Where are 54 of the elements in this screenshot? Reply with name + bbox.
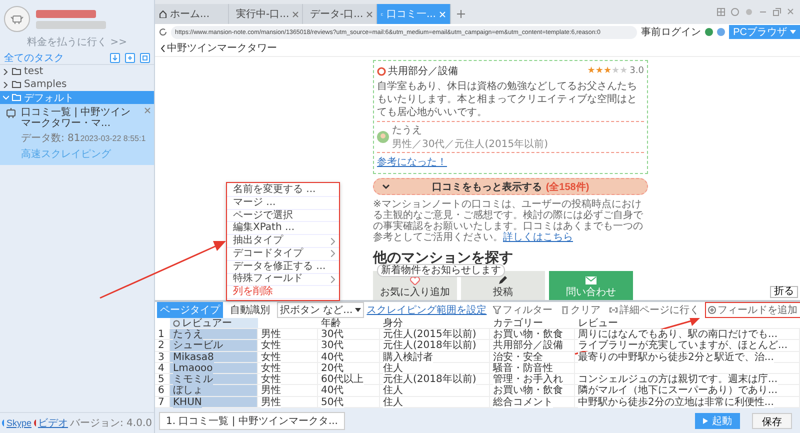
row-number: 4 bbox=[155, 362, 170, 374]
row-number: 1 bbox=[155, 329, 170, 340]
table-cell: 男性 bbox=[258, 329, 318, 340]
table-cell: KHUN bbox=[170, 396, 258, 408]
star-icon: ★ bbox=[620, 66, 628, 76]
row-number: 6 bbox=[155, 385, 170, 397]
row-number: 7 bbox=[155, 396, 170, 408]
table-cell: ミモミル bbox=[170, 374, 258, 386]
star-icon: ★ bbox=[595, 66, 604, 76]
table-cell: 男性 bbox=[258, 385, 318, 397]
disclaimer-text: ※マンションノートの口コミは、ユーザーの投稿時点における主観的なご意見・ご感想です。検討の際には必ずご自身での事実確認をお願いいたします。口コミはあくまでも一つの参考としてご活用ください。詳しくはこちら bbox=[373, 199, 644, 243]
star-icon: ★ bbox=[612, 66, 620, 76]
task-title: 口コミ一覧 | 中野ツインマークタワー・マ... bbox=[21, 107, 132, 129]
row-number: 5 bbox=[155, 374, 170, 386]
scrape-mode: 高速スクレイピング bbox=[21, 148, 112, 161]
table-cell: 住人 bbox=[380, 385, 490, 397]
star-icon: ★ bbox=[587, 66, 596, 76]
task-date: 2023-03-22 8:55:1 bbox=[80, 134, 146, 142]
table-cell: 女性 bbox=[258, 340, 318, 352]
table-cell: 30代 bbox=[318, 329, 380, 340]
table-cell: シュービル bbox=[170, 340, 258, 352]
review-text: 自学室もあり、休日は資格の勉強などしてるお父さんたちもいたりします。本と相まってクリエイティブな空間はとても居心地がいいです。 bbox=[377, 80, 638, 119]
table-cell: お買い物・飲食 bbox=[490, 385, 575, 397]
table-cell: 30代 bbox=[318, 340, 380, 352]
star-icon: ★ bbox=[603, 66, 612, 76]
table-cell: Lmaooo bbox=[170, 362, 258, 374]
row-number: 3 bbox=[155, 352, 170, 363]
score: 3.0 bbox=[630, 66, 644, 76]
table-cell: 最寄りの中野駅から徒歩2分と駅近で、治... bbox=[575, 352, 800, 363]
row-number: 2 bbox=[155, 340, 170, 352]
table-cell: 50代 bbox=[318, 396, 380, 408]
table-cell: 女性 bbox=[258, 362, 318, 374]
reviewer-profile: 男性／30代／元住人(2015年以前) bbox=[392, 138, 548, 151]
table-cell: 40代 bbox=[318, 385, 380, 397]
table-cell: たうえ bbox=[170, 329, 258, 340]
table-cell: 女性 bbox=[258, 374, 318, 386]
table-cell: 女性 bbox=[258, 352, 318, 363]
table-cell: 40代 bbox=[318, 352, 380, 363]
table-cell: ぼしょ bbox=[170, 385, 258, 397]
data-count: データ数: 81 bbox=[21, 132, 80, 145]
reviewer-name: たうえ bbox=[392, 124, 423, 137]
table-cell: 隣がマルイ（地下にスーパーあり）であり... bbox=[575, 385, 800, 397]
table-cell: 共用部分／設備 bbox=[490, 340, 575, 352]
table-cell: 元住人(2018年以前) bbox=[380, 340, 490, 352]
review-category: 共用部分／設備 bbox=[377, 64, 458, 78]
table-cell: ライブラリーが充実していますが、ほとんど... bbox=[575, 340, 800, 352]
table-cell: 20代 bbox=[318, 362, 380, 374]
table-cell: 購入検討者 bbox=[380, 352, 490, 363]
table-cell: 男性 bbox=[258, 396, 318, 408]
version-label: バージョン: 4.0.0 bbox=[70, 417, 152, 430]
table-cell: Mikasa8 bbox=[170, 352, 258, 363]
table-cell: 住人 bbox=[380, 396, 490, 408]
table-cell: 住人 bbox=[380, 362, 490, 374]
section-heading: 他のマンションを探す bbox=[373, 249, 514, 266]
